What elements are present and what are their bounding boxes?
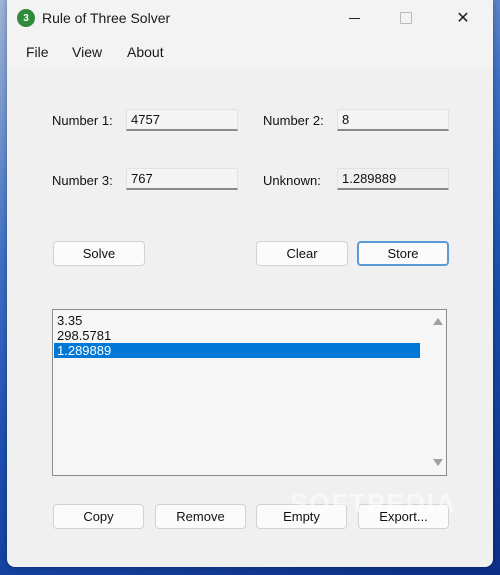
list-item[interactable]: 298.5781 — [54, 328, 420, 343]
number3-label: Number 3: — [52, 173, 113, 188]
app-window: 3 Rule of Three Solver ✕ File View About… — [7, 0, 493, 567]
number1-label: Number 1: — [52, 113, 113, 128]
list-item[interactable]: 3.35 — [54, 313, 420, 328]
menu-view[interactable]: View — [72, 44, 102, 60]
watermark: SOFTPEDIA — [290, 488, 457, 518]
menu-about[interactable]: About — [127, 44, 164, 60]
number2-input[interactable] — [337, 109, 449, 131]
title-bar[interactable]: 3 Rule of Three Solver ✕ — [7, 0, 493, 36]
minimize-icon — [348, 17, 360, 19]
list-item-selected[interactable]: 1.289889 — [54, 343, 420, 358]
copy-button[interactable]: Copy — [53, 504, 144, 529]
maximize-icon — [400, 12, 412, 24]
maximize-button[interactable] — [383, 0, 429, 36]
app-icon: 3 — [17, 9, 35, 27]
unknown-label: Unknown: — [263, 173, 321, 188]
number2-label: Number 2: — [263, 113, 324, 128]
remove-button[interactable]: Remove — [155, 504, 246, 529]
close-icon: ✕ — [456, 10, 470, 27]
clear-button[interactable]: Clear — [256, 241, 348, 266]
scroll-down-arrow-icon[interactable] — [433, 459, 443, 466]
scroll-up-arrow-icon[interactable] — [433, 318, 443, 325]
menu-bar: File View About — [7, 36, 493, 68]
store-button[interactable]: Store — [357, 241, 449, 266]
results-list[interactable]: 3.35 298.5781 1.289889 — [52, 309, 447, 476]
number1-input[interactable] — [126, 109, 238, 131]
menu-file[interactable]: File — [26, 44, 49, 60]
window-title: Rule of Three Solver — [42, 10, 171, 26]
unknown-output[interactable] — [337, 168, 449, 190]
close-button[interactable]: ✕ — [440, 0, 486, 36]
number3-input[interactable] — [126, 168, 238, 190]
solve-button[interactable]: Solve — [53, 241, 145, 266]
minimize-button[interactable] — [331, 0, 377, 36]
